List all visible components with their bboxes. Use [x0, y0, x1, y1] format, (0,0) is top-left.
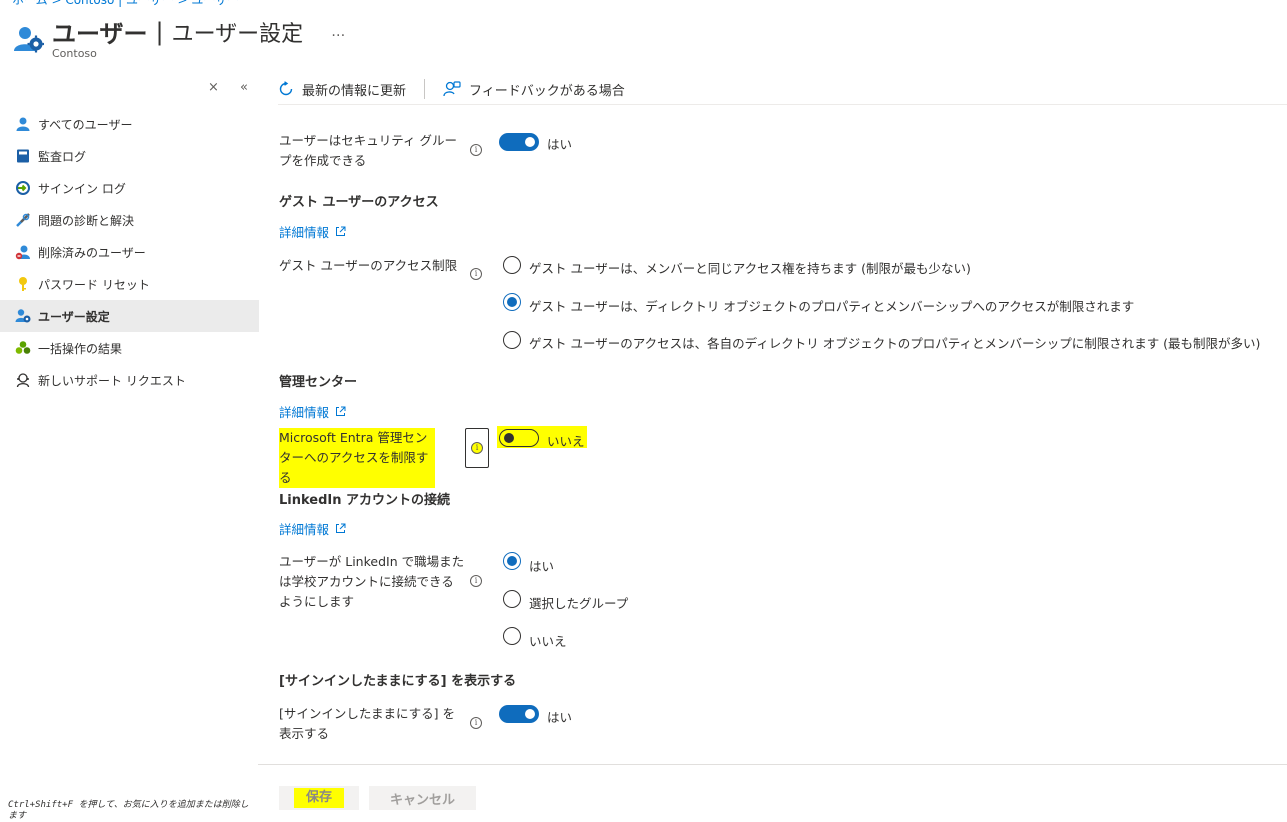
- sidebar-item-label: 問題の診断と解決: [38, 213, 135, 228]
- linkedin-option-selected-groups-radio[interactable]: [503, 590, 521, 608]
- feedback-button[interactable]: フィードバックがある場合: [443, 80, 625, 99]
- tenant-name: Contoso: [52, 47, 97, 60]
- admin-center-toggle-label: いいえ: [547, 434, 585, 449]
- user-settings-icon: [14, 27, 44, 53]
- breadcrumb[interactable]: ホーム > Contoso | ユーザー > ユーザー: [12, 0, 239, 8]
- stay-signed-in-section-title: [サインインしたままにする] を表示する: [279, 674, 517, 689]
- page-subtitle: ユーザー設定: [171, 21, 304, 47]
- sidebar-item-all-users[interactable]: すべてのユーザー: [0, 108, 259, 140]
- guest-access-label: ゲスト ユーザーのアクセス制限: [279, 258, 458, 273]
- page-title: ユーザー: [52, 20, 148, 48]
- refresh-label: 最新の情報に更新: [302, 83, 407, 99]
- title-separator: |: [155, 17, 164, 46]
- save-button-label: 保存: [293, 788, 344, 808]
- linkedin-option-no-radio[interactable]: [503, 627, 521, 645]
- stay-signed-in-label: [サインインしたままにする] を表示する: [279, 706, 455, 741]
- sidebar-item-new-support-request[interactable]: 新しいサポート リクエスト: [0, 364, 259, 396]
- linkedin-learn-more-link[interactable]: 詳細情報: [279, 519, 346, 538]
- info-icon[interactable]: i: [470, 268, 482, 280]
- user-settings-icon: [14, 307, 32, 325]
- cancel-button[interactable]: キャンセル: [369, 786, 476, 810]
- guest-access-option-2-radio[interactable]: [503, 293, 521, 311]
- external-link-icon: [336, 406, 346, 416]
- save-button[interactable]: 保存: [279, 786, 359, 810]
- sidebar-item-sign-in-logs[interactable]: サインイン ログ: [0, 172, 259, 204]
- admin-center-restrict-label: Microsoft Entra 管理センターへのアクセスを制限する: [279, 428, 435, 488]
- sidebar-item-password-reset[interactable]: パスワード リセット: [0, 268, 259, 300]
- linkedin-option-yes-label: はい: [529, 559, 555, 574]
- info-icon[interactable]: i: [470, 717, 482, 729]
- guest-access-option-1-label: ゲスト ユーザーは、メンバーと同じアクセス権を持ちます (制限が最も少ない): [529, 261, 971, 276]
- sidebar-item-label: 削除済みのユーザー: [38, 245, 146, 260]
- security-groups-toggle-label: はい: [547, 137, 573, 152]
- sidebar: すべてのユーザー 監査ログ サインイン ログ 問題の診断と解決 削除済みのユーザ…: [0, 108, 259, 396]
- keyboard-shortcut-hint: Ctrl+Shift+F を押して、お気に入りを追加または削除します: [8, 800, 249, 821]
- sidebar-item-user-settings[interactable]: ユーザー設定: [0, 300, 259, 332]
- security-groups-toggle[interactable]: [499, 133, 539, 151]
- sidebar-item-label: サインイン ログ: [38, 181, 126, 196]
- refresh-icon: [279, 81, 293, 96]
- guest-access-learn-more-link[interactable]: 詳細情報: [279, 222, 346, 241]
- linkedin-label: ユーザーが LinkedIn で職場または学校アカウントに接続できるようにします: [279, 554, 465, 609]
- info-icon[interactable]: i: [470, 575, 482, 587]
- guest-access-option-1-radio[interactable]: [503, 256, 521, 274]
- sidebar-item-diagnose-solve[interactable]: 問題の診断と解決: [0, 204, 259, 236]
- collapse-sidebar-icon[interactable]: «: [240, 80, 248, 95]
- more-options-button[interactable]: …: [331, 24, 346, 40]
- linkedin-option-selected-groups-label: 選択したグループ: [529, 596, 629, 611]
- info-button-focus-box[interactable]: i: [465, 428, 489, 468]
- bulk-results-icon: [14, 339, 32, 357]
- stay-signed-in-toggle[interactable]: [499, 705, 539, 723]
- admin-center-section-title: 管理センター: [279, 375, 358, 390]
- sidebar-item-label: すべてのユーザー: [38, 117, 133, 132]
- sidebar-item-label: 新しいサポート リクエスト: [38, 373, 186, 388]
- key-icon: [14, 275, 32, 293]
- external-link-icon: [336, 523, 346, 533]
- close-icon[interactable]: ×: [208, 80, 219, 95]
- sidebar-item-label: パスワード リセット: [38, 277, 150, 292]
- linkedin-option-yes-radio[interactable]: [503, 552, 521, 570]
- deleted-user-icon: [14, 243, 32, 261]
- guest-access-section-title: ゲスト ユーザーのアクセス: [279, 195, 439, 210]
- book-icon: [14, 147, 32, 165]
- security-groups-label: ユーザーはセキュリティ グループを作成できる: [279, 133, 457, 168]
- info-icon[interactable]: i: [470, 144, 482, 156]
- footer-divider: [258, 764, 1287, 765]
- toolbar-divider: [424, 79, 426, 99]
- admin-center-learn-more-link[interactable]: 詳細情報: [279, 402, 346, 421]
- admin-center-toggle[interactable]: [499, 429, 539, 447]
- command-bar: 最新の情報に更新 フィードバックがある場合: [278, 76, 625, 102]
- sidebar-item-bulk-results[interactable]: 一括操作の結果: [0, 332, 259, 364]
- linkedin-option-no-label: いいえ: [529, 634, 567, 649]
- refresh-button[interactable]: 最新の情報に更新: [278, 80, 406, 99]
- sidebar-item-label: ユーザー設定: [38, 309, 110, 324]
- sidebar-item-label: 一括操作の結果: [38, 341, 123, 356]
- sidebar-item-audit-logs[interactable]: 監査ログ: [0, 140, 259, 172]
- sidebar-item-deleted-users[interactable]: 削除済みのユーザー: [0, 236, 259, 268]
- external-link-icon: [336, 226, 346, 236]
- feedback-label: フィードバックがある場合: [469, 83, 625, 99]
- support-icon: [14, 371, 32, 389]
- guest-access-option-3-radio[interactable]: [503, 331, 521, 349]
- stay-signed-in-toggle-label: はい: [547, 710, 573, 725]
- sidebar-item-label: 監査ログ: [38, 149, 87, 164]
- guest-access-option-3-label: ゲスト ユーザーのアクセスは、各自のディレクトリ オブジェクトのプロパティとメン…: [529, 336, 1261, 351]
- toolbar-separator: [278, 104, 1287, 105]
- wrench-icon: [14, 211, 32, 229]
- info-icon: i: [471, 442, 483, 454]
- linkedin-section-title: LinkedIn アカウントの接続: [279, 493, 451, 508]
- guest-access-option-2-label: ゲスト ユーザーは、ディレクトリ オブジェクトのプロパティとメンバーシップへのア…: [529, 299, 1135, 314]
- sign-in-icon: [14, 179, 32, 197]
- user-icon: [14, 115, 32, 133]
- feedback-icon: [443, 81, 461, 97]
